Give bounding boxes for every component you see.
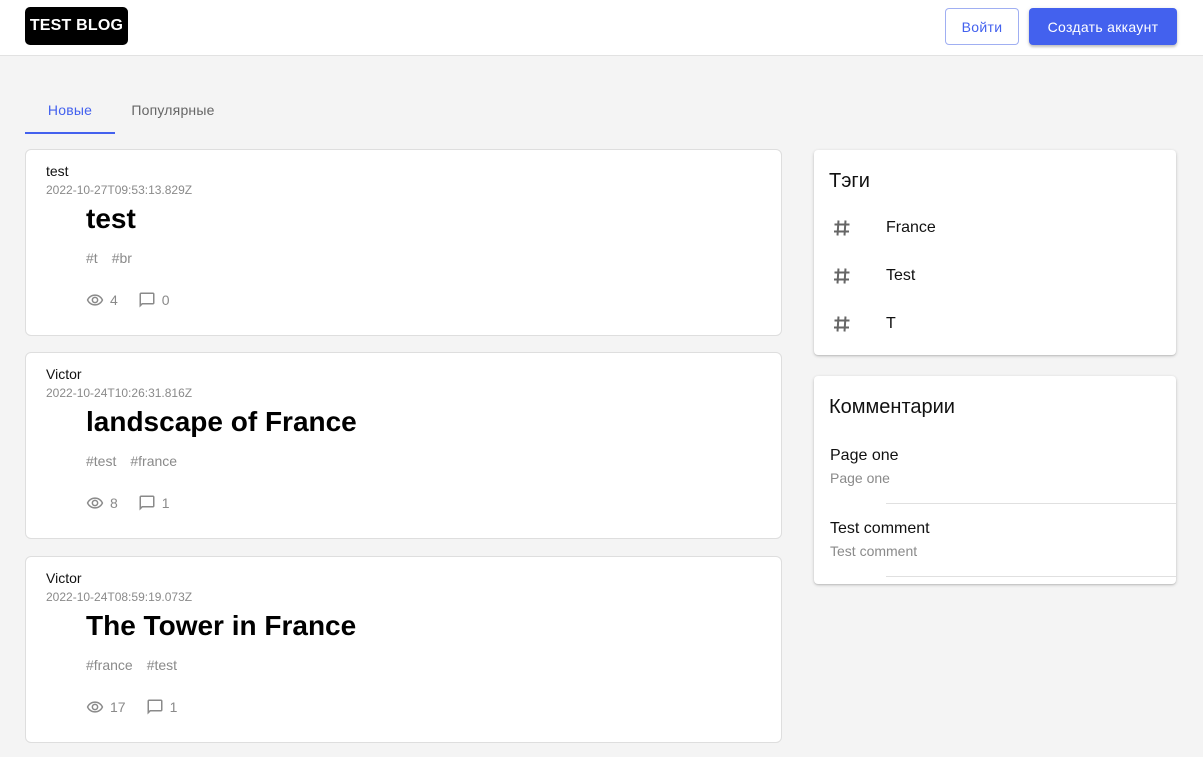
comment-item[interactable]: Page one Page one xyxy=(814,447,1176,504)
post-title[interactable]: test xyxy=(86,203,136,235)
tag-label: Test xyxy=(886,267,916,284)
post-date: 2022-10-24T10:26:31.816Z xyxy=(46,386,193,400)
comments-stat: 1 xyxy=(138,494,170,512)
post-tags: #test #france xyxy=(86,453,177,469)
views-count: 4 xyxy=(110,292,118,308)
tab-popular[interactable]: Популярные xyxy=(115,86,231,134)
post-card: Victor 2022-10-24T08:59:19.073Z The Towe… xyxy=(25,556,782,743)
comment-title: Page one xyxy=(830,447,899,464)
post-tags: #t #br xyxy=(86,250,132,266)
post-stats: 8 1 xyxy=(86,494,190,512)
views-count: 8 xyxy=(110,495,118,511)
post-stats: 17 1 xyxy=(86,698,197,716)
post-author[interactable]: test xyxy=(46,163,69,179)
comment-icon xyxy=(139,292,155,308)
tag-label: T xyxy=(886,315,896,332)
eye-icon xyxy=(86,294,104,306)
signup-button[interactable]: Создать аккаунт xyxy=(1029,8,1177,45)
views-stat: 17 xyxy=(86,698,126,716)
post-tag[interactable]: #france xyxy=(130,453,177,469)
active-tab-indicator xyxy=(25,132,115,134)
post-stats: 4 0 xyxy=(86,291,190,309)
comments-count: 0 xyxy=(161,292,170,308)
tag-item-t[interactable]: T xyxy=(814,300,1176,348)
comment-icon xyxy=(147,699,163,715)
post-tag[interactable]: #test xyxy=(86,453,116,469)
post-card: test 2022-10-27T09:53:13.829Z test #t #b… xyxy=(25,149,782,336)
views-stat: 8 xyxy=(86,494,118,512)
post-card: Victor 2022-10-24T10:26:31.816Z landscap… xyxy=(25,352,782,539)
comments-stat: 1 xyxy=(146,698,178,716)
post-title[interactable]: landscape of France xyxy=(86,406,357,438)
comment-item[interactable]: Test comment Test comment xyxy=(814,520,1176,577)
tag-label: France xyxy=(886,219,936,236)
post-title[interactable]: The Tower in France xyxy=(86,610,356,642)
post-date: 2022-10-27T09:53:13.829Z xyxy=(46,183,193,197)
views-stat: 4 xyxy=(86,291,118,309)
post-tag[interactable]: #test xyxy=(147,657,177,673)
hash-icon xyxy=(834,220,850,236)
hash-icon xyxy=(834,268,850,284)
login-button[interactable]: Войти xyxy=(945,8,1019,45)
comment-text: Page one xyxy=(830,470,890,486)
tags-title: Тэги xyxy=(829,170,870,192)
comments-count: 1 xyxy=(161,495,170,511)
post-date: 2022-10-24T08:59:19.073Z xyxy=(46,590,193,604)
comments-count: 1 xyxy=(169,699,178,715)
views-count: 17 xyxy=(110,699,126,715)
tag-item-france[interactable]: France xyxy=(814,204,1176,252)
comments-stat: 0 xyxy=(138,291,170,309)
post-tag[interactable]: #france xyxy=(86,657,133,673)
top-bar: TEST BLOG Войти Создать аккаунт xyxy=(0,0,1203,56)
divider xyxy=(886,576,1176,577)
tags-card: Тэги France Test T xyxy=(814,150,1176,355)
post-author[interactable]: Victor xyxy=(46,366,82,382)
post-tags: #france #test xyxy=(86,657,177,673)
post-tag[interactable]: #t xyxy=(86,250,98,266)
comment-text: Test comment xyxy=(830,543,918,559)
comment-icon xyxy=(139,495,155,511)
tab-new[interactable]: Новые xyxy=(25,86,115,134)
divider xyxy=(886,503,1176,504)
post-author[interactable]: Victor xyxy=(46,570,82,586)
eye-icon xyxy=(86,701,104,713)
logo[interactable]: TEST BLOG xyxy=(25,7,128,45)
tag-item-test[interactable]: Test xyxy=(814,252,1176,300)
comment-title: Test comment xyxy=(830,520,930,537)
comments-title: Комментарии xyxy=(829,396,955,418)
eye-icon xyxy=(86,497,104,509)
comments-card: Комментарии Page one Page one Test comme… xyxy=(814,376,1176,584)
post-tag[interactable]: #br xyxy=(112,250,132,266)
hash-icon xyxy=(834,316,850,332)
